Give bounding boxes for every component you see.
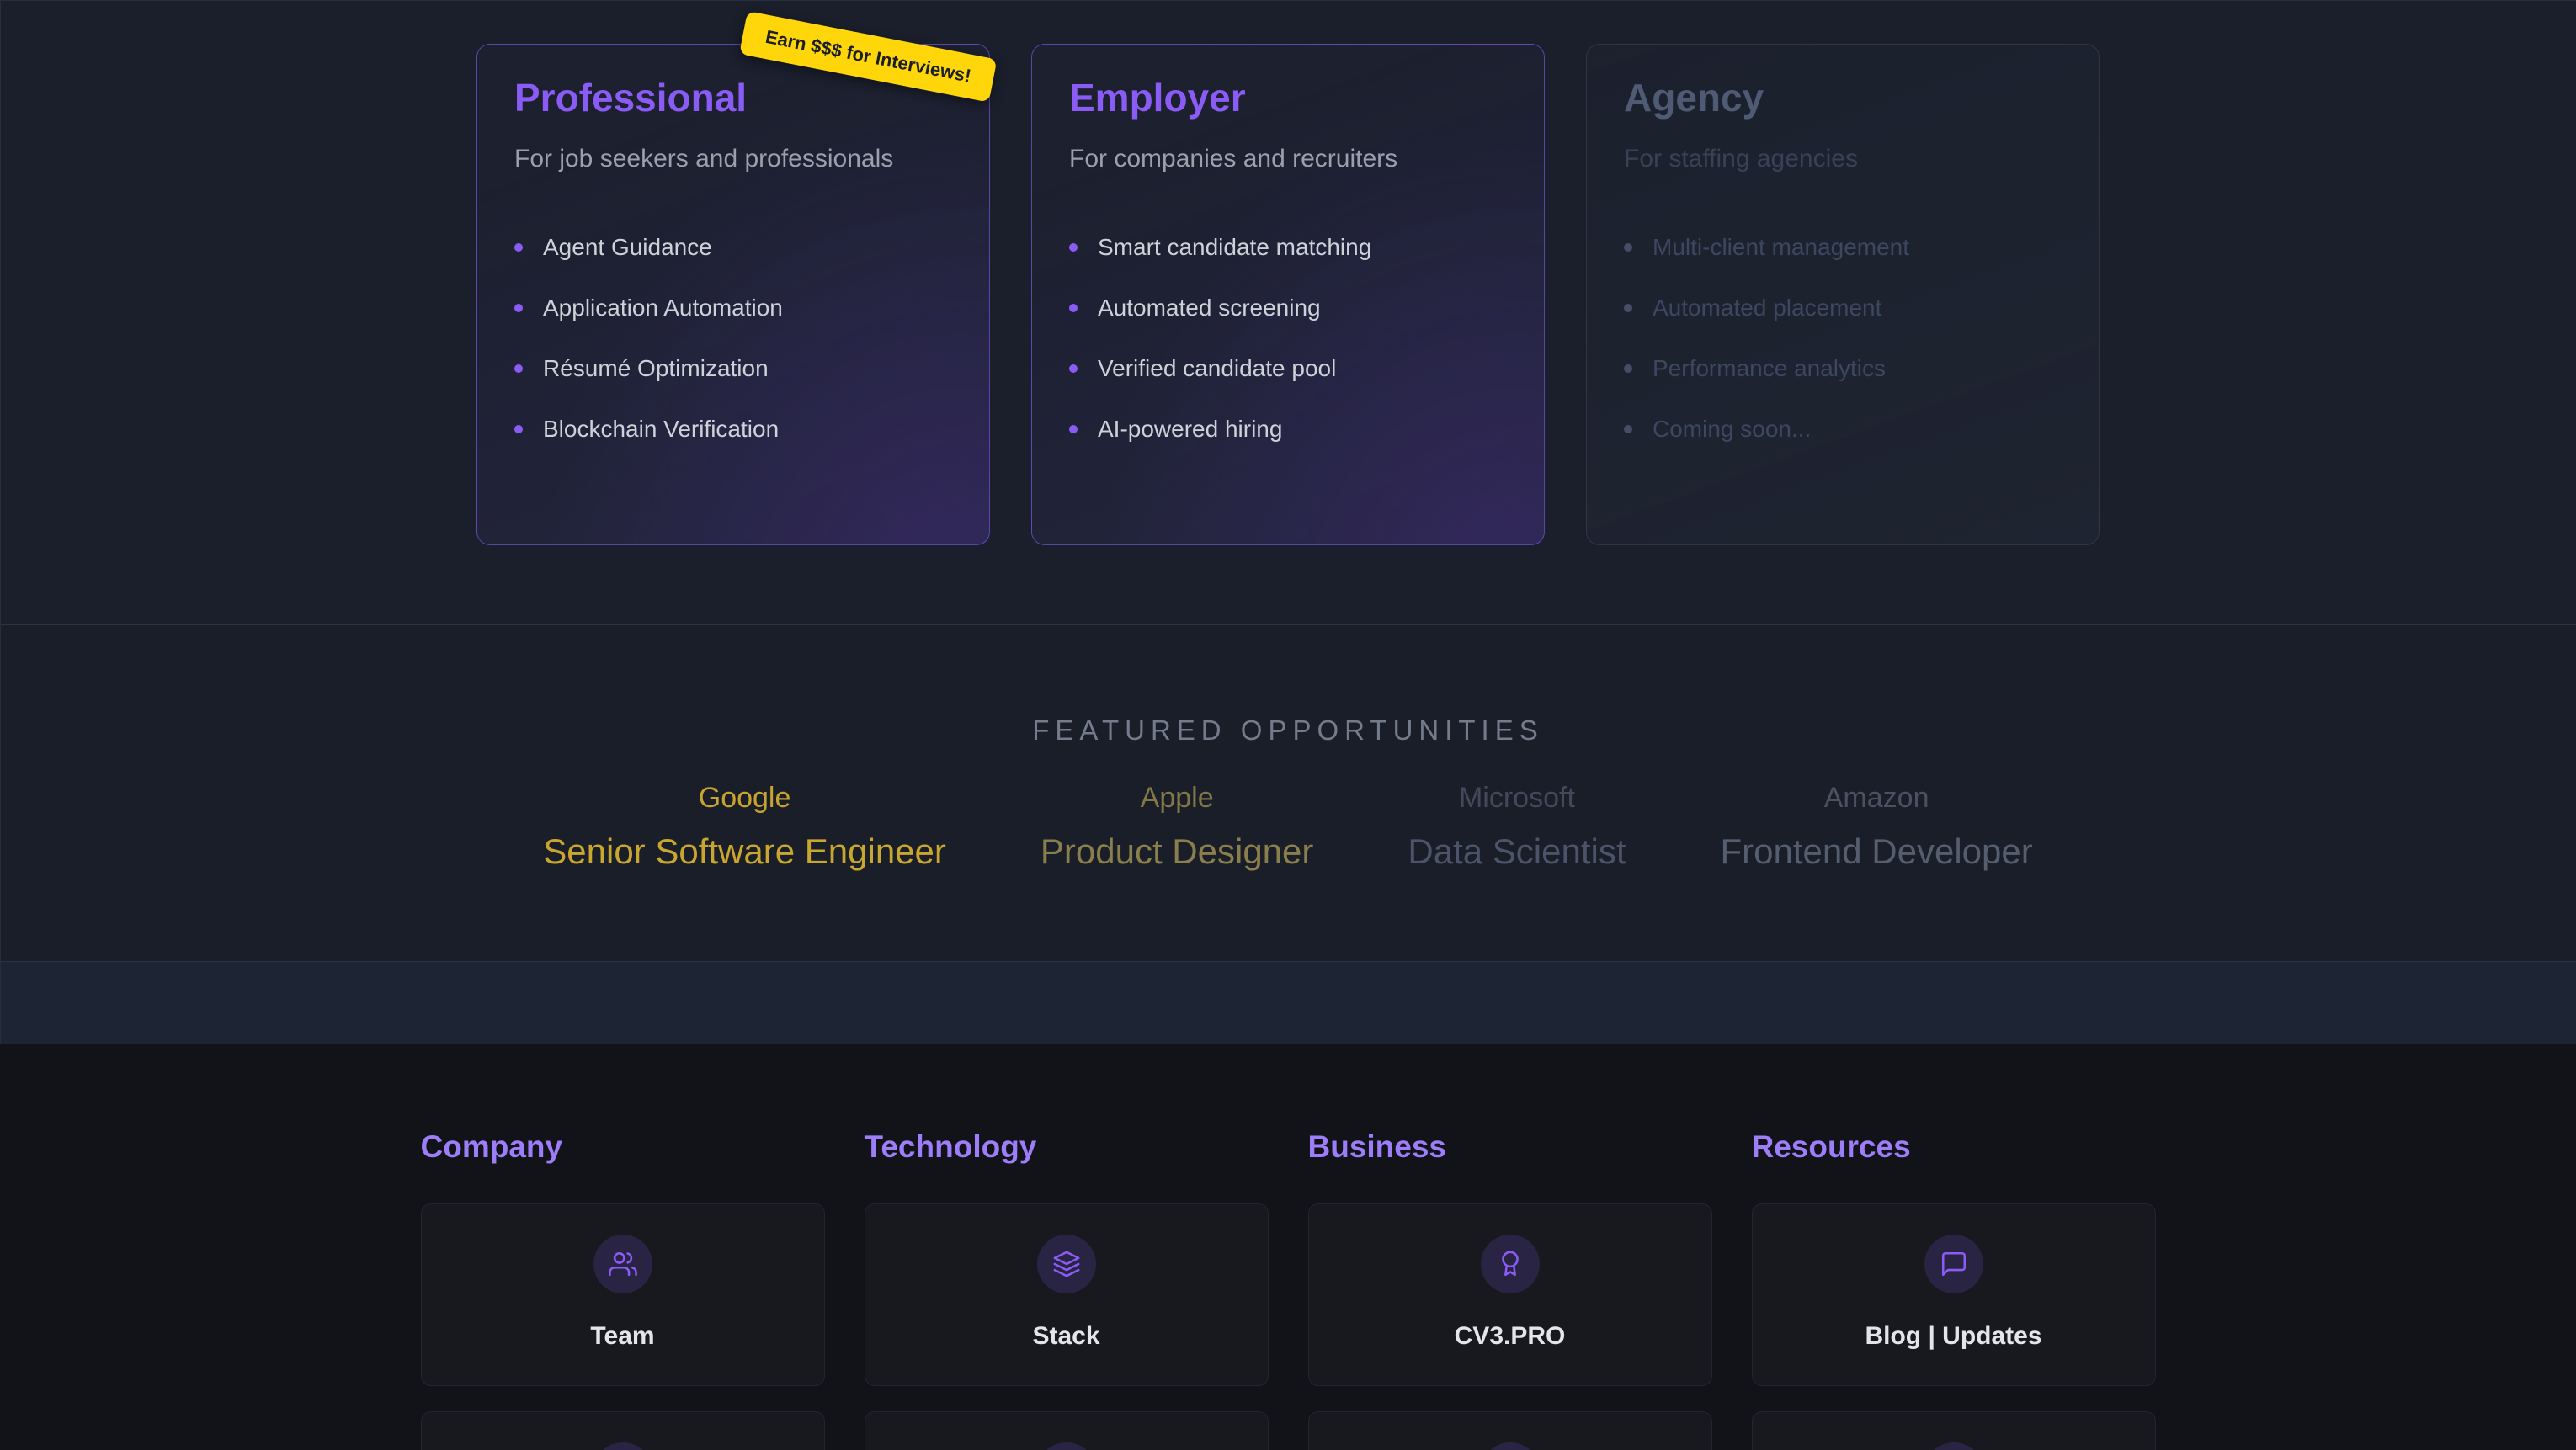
bullet-icon bbox=[514, 364, 523, 373]
feature-label: Smart candidate matching bbox=[1098, 234, 1371, 261]
feature-label: Automated placement bbox=[1653, 295, 1881, 321]
job-item-amazon[interactable]: Amazon Frontend Developer bbox=[1721, 782, 2033, 872]
footer-card-team[interactable]: Team bbox=[421, 1203, 825, 1386]
feature-item: Performance analytics bbox=[1624, 338, 2062, 399]
footer-column-company: Company Team bbox=[421, 1129, 825, 1450]
plan-card-employer[interactable]: Employer For companies and recruiters Sm… bbox=[1031, 44, 1545, 545]
award-icon bbox=[1481, 1235, 1540, 1293]
feature-item: Automated placement bbox=[1624, 278, 2062, 338]
feature-label: Performance analytics bbox=[1653, 355, 1886, 382]
bullet-icon bbox=[1624, 425, 1632, 433]
bullet-icon bbox=[514, 243, 523, 252]
footer-column-business: Business CV3.PRO bbox=[1308, 1129, 1712, 1450]
plans-section: Earn $$$ for Interviews! Professional Fo… bbox=[0, 0, 2576, 624]
footer-card-cv3pro[interactable]: CV3.PRO bbox=[1308, 1203, 1712, 1386]
footer-card-stack[interactable]: Stack bbox=[865, 1203, 1269, 1386]
job-role: Product Designer bbox=[1041, 831, 1314, 872]
plan-title: Employer bbox=[1069, 77, 1507, 120]
plan-cards-row: Professional For job seekers and profess… bbox=[0, 1, 2576, 545]
footer-card-label: Blog | Updates bbox=[1865, 1322, 2041, 1351]
footer-grid: Company Team Technology Stack bbox=[421, 1044, 2156, 1450]
feature-item: Coming soon... bbox=[1624, 399, 2062, 459]
bullet-icon bbox=[1624, 243, 1632, 252]
footer-card-partial[interactable] bbox=[1752, 1411, 2156, 1450]
feature-label: Agent Guidance bbox=[543, 234, 712, 261]
feature-label: Coming soon... bbox=[1653, 416, 1811, 443]
footer-card-partial[interactable] bbox=[1308, 1411, 1712, 1450]
job-item-apple[interactable]: Apple Product Designer bbox=[1041, 782, 1314, 872]
hidden-icon bbox=[593, 1442, 652, 1450]
layers-icon bbox=[1037, 1235, 1096, 1293]
bullet-icon bbox=[1624, 364, 1632, 373]
feature-label: Application Automation bbox=[543, 295, 783, 321]
feature-item: Application Automation bbox=[514, 278, 952, 338]
left-edge-divider bbox=[0, 0, 1, 1044]
footer-heading: Technology bbox=[865, 1129, 1269, 1165]
job-role: Data Scientist bbox=[1408, 831, 1626, 872]
feature-label: Verified candidate pool bbox=[1098, 355, 1336, 382]
feature-item: Verified candidate pool bbox=[1069, 338, 1507, 399]
feature-item: Résumé Optimization bbox=[514, 338, 952, 399]
plan-subtitle: For staffing agencies bbox=[1624, 145, 2062, 173]
feature-item: Agent Guidance bbox=[514, 217, 952, 278]
bullet-icon bbox=[514, 425, 523, 433]
plan-feature-list: Agent Guidance Application Automation Ré… bbox=[514, 217, 952, 459]
feature-item: Multi-client management bbox=[1624, 217, 2062, 278]
feature-label: Blockchain Verification bbox=[543, 416, 779, 443]
bullet-icon bbox=[1069, 304, 1078, 312]
bullet-icon bbox=[1069, 425, 1078, 433]
feature-label: Automated screening bbox=[1098, 295, 1321, 321]
footer-section: Company Team Technology Stack bbox=[0, 1044, 2576, 1450]
job-company: Microsoft bbox=[1408, 782, 1626, 815]
job-item-google[interactable]: Google Senior Software Engineer bbox=[543, 782, 946, 872]
plan-feature-list: Smart candidate matching Automated scree… bbox=[1069, 217, 1507, 459]
feature-label: Résumé Optimization bbox=[543, 355, 769, 382]
featured-section: FEATURED OPPORTUNITIES Google Senior Sof… bbox=[0, 624, 2576, 961]
page: Earn $$$ for Interviews! Professional Fo… bbox=[0, 0, 2576, 1450]
job-role: Frontend Developer bbox=[1721, 831, 2033, 872]
footer-card-label: Stack bbox=[1032, 1322, 1099, 1351]
job-company: Apple bbox=[1041, 782, 1314, 815]
hidden-icon bbox=[1924, 1442, 1983, 1450]
plan-subtitle: For job seekers and professionals bbox=[514, 145, 952, 173]
plan-title: Professional bbox=[514, 77, 952, 120]
plan-card-agency[interactable]: Agency For staffing agencies Multi-clien… bbox=[1586, 44, 2100, 545]
bullet-icon bbox=[1624, 304, 1632, 312]
feature-item: AI-powered hiring bbox=[1069, 399, 1507, 459]
message-icon bbox=[1924, 1235, 1983, 1293]
feature-item: Automated screening bbox=[1069, 278, 1507, 338]
feature-item: Smart candidate matching bbox=[1069, 217, 1507, 278]
job-role: Senior Software Engineer bbox=[543, 831, 946, 872]
hidden-icon bbox=[1037, 1442, 1096, 1450]
feature-label: AI-powered hiring bbox=[1098, 416, 1282, 443]
users-icon bbox=[593, 1235, 652, 1293]
footer-column-resources: Resources Blog | Updates bbox=[1752, 1129, 2156, 1450]
plan-title: Agency bbox=[1624, 77, 2062, 120]
bullet-icon bbox=[1069, 243, 1078, 252]
bullet-icon bbox=[514, 304, 523, 312]
footer-card-blog[interactable]: Blog | Updates bbox=[1752, 1203, 2156, 1386]
footer-column-technology: Technology Stack bbox=[865, 1129, 1269, 1450]
plan-feature-list: Multi-client management Automated placem… bbox=[1624, 217, 2062, 459]
footer-card-partial[interactable] bbox=[421, 1411, 825, 1450]
feature-item: Blockchain Verification bbox=[514, 399, 952, 459]
featured-jobs-row: Google Senior Software Engineer Apple Pr… bbox=[0, 782, 2576, 872]
hidden-icon bbox=[1481, 1442, 1540, 1450]
job-item-microsoft[interactable]: Microsoft Data Scientist bbox=[1408, 782, 1626, 872]
footer-heading: Business bbox=[1308, 1129, 1712, 1165]
plan-subtitle: For companies and recruiters bbox=[1069, 145, 1507, 173]
feature-label: Multi-client management bbox=[1653, 234, 1909, 261]
job-company: Google bbox=[543, 782, 946, 815]
bullet-icon bbox=[1069, 364, 1078, 373]
featured-heading: FEATURED OPPORTUNITIES bbox=[0, 625, 2576, 746]
footer-heading: Company bbox=[421, 1129, 825, 1165]
plan-card-professional[interactable]: Professional For job seekers and profess… bbox=[476, 44, 990, 545]
footer-card-label: Team bbox=[590, 1322, 654, 1351]
spacer-band bbox=[0, 961, 2576, 1044]
footer-card-partial[interactable] bbox=[865, 1411, 1269, 1450]
job-company: Amazon bbox=[1721, 782, 2033, 815]
footer-heading: Resources bbox=[1752, 1129, 2156, 1165]
footer-card-label: CV3.PRO bbox=[1455, 1322, 1566, 1351]
